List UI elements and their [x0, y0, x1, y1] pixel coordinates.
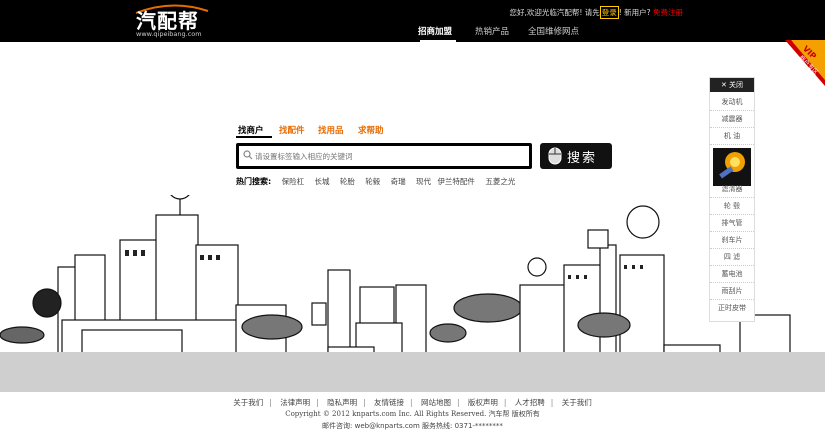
welcome-text: 您好,欢迎光临汽配帮! 请先 登录! 新用户? 免费注册 [509, 6, 683, 19]
tab-active-underline [236, 136, 272, 138]
site-logo[interactable]: 汽配帮 www.qipeibang.com [130, 3, 210, 39]
footer-link-privacy[interactable]: 隐私声明 [327, 398, 357, 407]
sidebar-item-brake-pad[interactable]: 刹车片 [710, 233, 754, 249]
new-user-text: ! 新用户? [618, 8, 651, 17]
nav-item-repair-network[interactable]: 全国维修网点 [528, 25, 579, 37]
tab-find-merchant[interactable]: 找商户 [238, 124, 264, 136]
hot-keyword[interactable]: 奇瑞 [391, 177, 406, 186]
search-input[interactable] [255, 148, 523, 164]
nav-item-hot-products[interactable]: 热销产品 [475, 25, 509, 37]
footer-links: 关于我们 | 法律声明 | 隐私声明 | 友情链接 | 网站地图 | 版权声明 | 人才招聘… [233, 398, 592, 407]
tab-find-supplies[interactable]: 找用品 [318, 124, 344, 136]
copyright-text: Copyright © 2012 knparts.com Inc. All Ri… [285, 410, 540, 418]
hot-keyword[interactable]: 现代 [416, 177, 431, 186]
login-link[interactable]: 登录 [599, 6, 619, 19]
search-icon [243, 150, 253, 160]
search-button-label: 搜索 [567, 151, 598, 166]
hot-keyword[interactable]: 长城 [314, 177, 329, 186]
sidebar-item-battery[interactable]: 蓄电池 [710, 267, 754, 283]
vip-corner-badge[interactable]: VIP 商户专区 [785, 40, 825, 86]
sidebar-close-button[interactable]: ✕ 关闭 [710, 78, 754, 92]
sidebar-item-filter[interactable]: 滤清器 [710, 182, 754, 198]
footer-link-about[interactable]: 关于我们 [233, 398, 263, 407]
hot-keyword[interactable]: 伊兰特配件 [437, 177, 475, 186]
sidebar-item-oil[interactable]: 机 油 [710, 129, 754, 145]
footer-link-jobs[interactable]: 人才招聘 [515, 398, 545, 407]
header-bar: 汽配帮 www.qipeibang.com 您好,欢迎光临汽配帮! 请先 登录! … [0, 0, 825, 42]
sidebar-item-wheel-hub[interactable]: 轮 毂 [710, 199, 754, 215]
sidebar-item-engine[interactable]: 发动机 [710, 95, 754, 111]
hot-keyword[interactable]: 轮毂 [365, 177, 380, 186]
search-button[interactable]: 搜索 [540, 143, 612, 169]
sidebar-close-label: 关闭 [729, 81, 744, 89]
footer-link-copyright[interactable]: 版权声明 [468, 398, 498, 407]
sidebar-item-exhaust-pipe[interactable]: 排气管 [710, 216, 754, 232]
footer-link-sitemap[interactable]: 网站地图 [421, 398, 451, 407]
sidebar-item-shock-absorber[interactable]: 减震器 [710, 112, 754, 128]
nav-active-underline [420, 40, 456, 42]
logo-url: www.qipeibang.com [136, 30, 202, 38]
contact-text: 邮件咨询: web@knparts.com 服务热线: 0371-*******… [322, 422, 503, 430]
hot-search-label: 热门搜索: [236, 177, 272, 186]
hot-keyword[interactable]: 保险杠 [282, 177, 305, 186]
category-sidebar: ✕ 关闭 发动机 减震器 机 油 滤清器 轮 毂 排气管 刹车片 四 滤 蓄电池… [709, 77, 755, 322]
sidebar-item-four-filters[interactable]: 四 滤 [710, 250, 754, 266]
hot-search: 热门搜索: 保险杠 长城 轮胎 轮毂 奇瑞 现代 伊兰特配件 五菱之光 [236, 176, 515, 187]
footer: 关于我们 | 法律声明 | 隐私声明 | 友情链接 | 网站地图 | 版权声明 | 人才招聘… [0, 393, 825, 447]
close-icon: ✕ [720, 81, 730, 89]
register-link[interactable]: 免费注册 [653, 8, 683, 17]
footer-link-friends[interactable]: 友情链接 [374, 398, 404, 407]
search-box [236, 143, 532, 169]
search-field [239, 146, 529, 166]
footer-link-about-2[interactable]: 关于我们 [562, 398, 592, 407]
tab-ask-help[interactable]: 求帮助 [358, 124, 384, 136]
welcome-prefix: 您好,欢迎光临汽配帮! 请先 [509, 8, 600, 17]
ground-strip [0, 352, 825, 392]
footer-link-legal[interactable]: 法律声明 [280, 398, 310, 407]
hot-keyword[interactable]: 五菱之光 [485, 177, 515, 186]
spark-plug-flame-icon [719, 152, 745, 179]
sidebar-item-timing-belt[interactable]: 正时皮带 [710, 301, 754, 316]
nav-item-join[interactable]: 招商加盟 [418, 25, 452, 37]
tab-find-parts[interactable]: 找配件 [279, 124, 305, 136]
hot-keyword[interactable]: 轮胎 [340, 177, 355, 186]
sidebar-product-thumbnail[interactable] [713, 148, 751, 186]
mouse-icon [548, 147, 562, 165]
sidebar-item-wiper-blade[interactable]: 雨刮片 [710, 284, 754, 300]
